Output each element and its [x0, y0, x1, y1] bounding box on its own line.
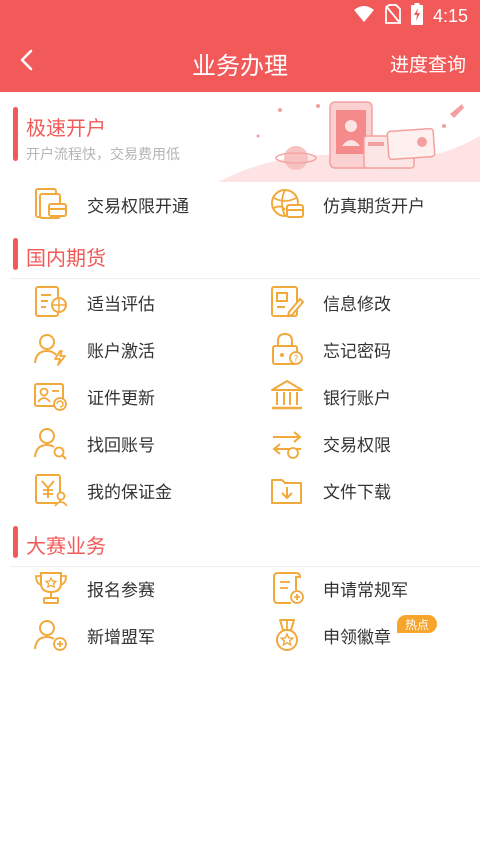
grid-item-label: 找回账号 [87, 435, 155, 456]
section-accent [13, 238, 18, 270]
grid-item-file-download[interactable]: 文件下载 [268, 470, 391, 510]
nav-bar: 业务办理 进度查询 [0, 32, 480, 92]
document-card-icon [32, 185, 70, 223]
yen-user-icon [32, 471, 70, 509]
divider [10, 566, 480, 567]
user-activate-icon [32, 330, 70, 368]
section-title: 大赛业务 [26, 534, 106, 558]
grid-item-id-update[interactable]: 证件更新 [32, 376, 155, 416]
wifi-icon [353, 5, 375, 27]
lock-question-icon: ? [268, 330, 306, 368]
grid-item-label: 信息修改 [323, 294, 391, 315]
grid-item-suitability-assessment[interactable]: 适当评估 [32, 282, 155, 322]
grid-item-trade-permission[interactable]: 交易权限 [268, 423, 391, 463]
no-sim-icon [385, 4, 401, 28]
grid-item-label: 适当评估 [87, 294, 155, 315]
trophy-icon [32, 569, 70, 607]
grid-item-trade-permission-open[interactable]: 交易权限开通 [32, 184, 189, 224]
battery-charging-icon [410, 3, 423, 29]
section-title: 国内期货 [26, 246, 106, 270]
divider [10, 278, 480, 279]
grid-item-forgot-password[interactable]: ? 忘记密码 [268, 329, 391, 369]
section-accent [13, 107, 18, 161]
assessment-icon [32, 283, 70, 321]
grid-item-label: 报名参赛 [87, 580, 155, 601]
grid-item-simulated-futures-open[interactable]: 仿真期货开户 [268, 184, 425, 224]
back-button[interactable] [8, 42, 44, 82]
user-search-icon [32, 424, 70, 462]
grid-item-label: 申请常规军 [323, 580, 408, 601]
bank-icon [268, 377, 306, 415]
competition-header: 大赛业务 [0, 520, 480, 566]
banner-illustration [218, 96, 480, 182]
quick-open-header: 极速开户 开户流程快，交易费用低 [0, 92, 480, 182]
grid-item-recover-account[interactable]: 找回账号 [32, 423, 155, 463]
status-time: 4:15 [432, 5, 468, 26]
chevron-left-icon [19, 49, 33, 75]
scroll-add-icon [268, 569, 306, 607]
grid-item-label: 文件下载 [323, 482, 391, 503]
grid-item-claim-badge[interactable]: 申领徽章 [268, 615, 391, 655]
grid-item-label: 申领徽章 [323, 627, 391, 648]
grid-item-bank-account[interactable]: 银行账户 [268, 376, 391, 416]
hot-badge: 热点 [397, 615, 437, 633]
edit-info-icon [268, 283, 306, 321]
domestic-futures-header: 国内期货 [0, 232, 480, 278]
section-title: 极速开户 [26, 116, 106, 140]
grid-item-label: 忘记密码 [323, 341, 391, 362]
grid-item-label: 仿真期货开户 [323, 196, 425, 217]
id-card-refresh-icon [32, 377, 70, 415]
grid-item-sign-up[interactable]: 报名参赛 [32, 568, 155, 608]
progress-query-button[interactable]: 进度查询 [390, 50, 466, 77]
grid-item-account-activate[interactable]: 账户激活 [32, 329, 155, 369]
grid-item-info-modify[interactable]: 信息修改 [268, 282, 391, 322]
grid-item-label: 交易权限 [323, 435, 391, 456]
svg-text:?: ? [294, 355, 299, 365]
grid-item-label: 账户激活 [87, 341, 155, 362]
folder-download-icon [268, 471, 306, 509]
section-subtitle: 开户流程快，交易费用低 [26, 147, 180, 163]
status-bar: 4:15 [0, 0, 480, 32]
medal-icon [268, 616, 306, 654]
grid-item-my-margin[interactable]: 我的保证金 [32, 470, 172, 510]
grid-item-label: 银行账户 [323, 388, 391, 409]
section-accent [13, 526, 18, 558]
grid-item-label: 证件更新 [87, 388, 155, 409]
globe-card-icon [268, 185, 306, 223]
grid-item-label: 我的保证金 [87, 482, 172, 503]
grid-item-label: 交易权限开通 [87, 196, 189, 217]
exchange-icon [268, 424, 306, 462]
grid-item-label: 新增盟军 [87, 627, 155, 648]
grid-item-add-ally[interactable]: 新增盟军 [32, 615, 155, 655]
user-add-icon [32, 616, 70, 654]
grid-item-apply-regular-army[interactable]: 申请常规军 [268, 568, 408, 608]
